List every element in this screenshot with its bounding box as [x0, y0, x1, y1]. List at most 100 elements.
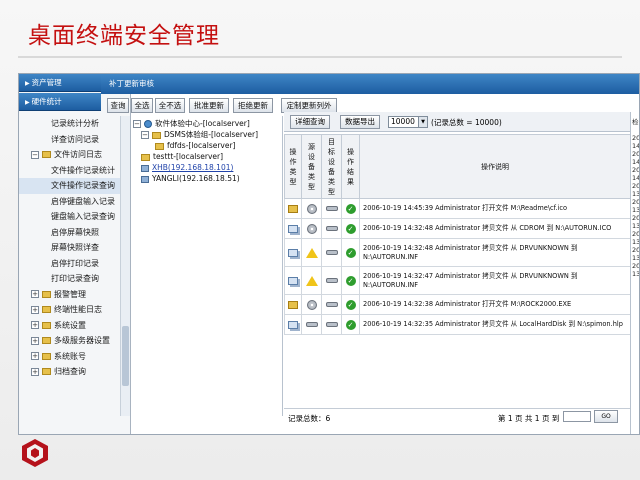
- nav-item-label: 多级服务器设置: [54, 336, 110, 345]
- nav-item[interactable]: 键盘输入记录查询: [19, 209, 121, 225]
- col-header-src-device: 源设备类型: [301, 134, 322, 199]
- tree-node-group[interactable]: testtt-[localserver]: [141, 151, 223, 162]
- desc-cell: 2006-10-19 14:32:48 Administrator 拷贝文件 从…: [359, 218, 631, 239]
- approve-update-button[interactable]: 批准更新: [189, 98, 229, 113]
- table-row[interactable]: ✓ 2006-10-19 14:32:47 Administrator 拷贝文件 …: [284, 266, 631, 295]
- edge-col-header: 检: [632, 118, 639, 126]
- record-table: 操作类型 源设备类型 目标设备类型 操作结果 操作说明 ✓ 2006-10-19 …: [284, 134, 631, 335]
- folder-icon: [42, 337, 51, 344]
- op-type-cell: [284, 198, 302, 219]
- collapse-icon[interactable]: −: [133, 120, 141, 128]
- folder-icon: [42, 151, 51, 158]
- chevron-down-icon[interactable]: ▼: [418, 117, 427, 127]
- page-size-select[interactable]: 10000 ▼: [388, 116, 428, 128]
- edge-text: 13:05: [632, 270, 640, 278]
- tree-node-computer[interactable]: XHB(192.168.18.101): [141, 162, 233, 173]
- select-none-button[interactable]: 全不选: [155, 98, 185, 113]
- nav-section-hardware[interactable]: ▶ 硬件统计: [19, 93, 101, 111]
- op-type-cell: [284, 314, 302, 335]
- nav-item[interactable]: 详查访问记录: [19, 132, 121, 148]
- nav-section-label: 硬件统计: [31, 97, 62, 106]
- edge-text: 13:05: [632, 190, 640, 198]
- cdrom-icon: [306, 223, 317, 234]
- result-cell: ✓: [341, 266, 360, 295]
- export-button[interactable]: 数据导出: [340, 115, 380, 129]
- nav-item-archive[interactable]: + 归档查询: [19, 364, 121, 380]
- custom-exception-button[interactable]: 定制更新列外: [281, 98, 337, 113]
- nav-item-perf-log[interactable]: + 终端性能日志: [19, 302, 121, 318]
- table-row[interactable]: ✓ 2006-10-19 14:32:35 Administrator 拷贝文件 …: [284, 314, 631, 335]
- nav-item-settings[interactable]: + 系统设置: [19, 318, 121, 334]
- header-text: 源设备类型: [308, 142, 315, 191]
- tree-node-root[interactable]: − 软件体验中心-[localserver]: [133, 118, 250, 129]
- success-check-icon: ✓: [345, 223, 356, 234]
- tree-node-label: DSMS体验组-[localserver]: [164, 130, 259, 139]
- page-input[interactable]: [563, 411, 591, 422]
- title-divider: [18, 56, 622, 58]
- tree-node-group[interactable]: − DSMS体验组-[localserver]: [141, 129, 258, 140]
- success-check-icon: ✓: [345, 275, 356, 286]
- edge-text: 13:05: [632, 222, 640, 230]
- collapse-icon[interactable]: −: [141, 131, 149, 139]
- hard-disk-icon: [325, 206, 338, 211]
- go-button[interactable]: GO: [594, 410, 618, 423]
- desc-cell: 2006-10-19 14:32:35 Administrator 拷贝文件 从…: [359, 314, 631, 335]
- select-all-button[interactable]: 全选: [131, 98, 153, 113]
- copy-file-icon: [288, 248, 298, 257]
- collapse-icon[interactable]: −: [31, 150, 39, 159]
- success-check-icon: ✓: [345, 203, 356, 214]
- reject-update-button[interactable]: 拒绝更新: [233, 98, 273, 113]
- expand-icon[interactable]: +: [31, 305, 39, 314]
- nav-item[interactable]: 文件操作记录统计: [19, 163, 121, 179]
- nav-item-selected[interactable]: 文件操作记录查询: [19, 178, 121, 194]
- nav-item-multi-server[interactable]: + 多级服务器设置: [19, 333, 121, 349]
- result-cell: ✓: [341, 294, 360, 315]
- company-logo: [22, 439, 48, 467]
- expand-icon[interactable]: +: [31, 352, 39, 360]
- edge-text: 2007-: [632, 166, 640, 174]
- hard-disk-icon: [325, 278, 338, 283]
- nav-section-label: 资产管理: [31, 78, 62, 87]
- col-header-op-type: 操作类型: [284, 134, 302, 199]
- table-row[interactable]: ✓ 2006-10-19 14:45:39 Administrator 打开文件 …: [284, 198, 631, 219]
- edge-text: 14:36: [632, 142, 640, 150]
- nav-item-label: 系统账号: [54, 351, 86, 361]
- expand-icon[interactable]: +: [31, 336, 39, 345]
- result-cell: ✓: [341, 198, 360, 219]
- tree-node-group[interactable]: fdfds-[localserver]: [155, 140, 236, 151]
- open-file-icon: [288, 204, 298, 213]
- tree-node-computer[interactable]: YANGLI(192.168.18.51): [141, 173, 240, 184]
- open-file-icon: [288, 300, 298, 309]
- src-device-cell: [301, 294, 322, 315]
- nav-item[interactable]: 启停屏幕快照: [19, 225, 121, 241]
- nav-item[interactable]: 打印记录查询: [19, 271, 121, 287]
- page-size-value: 10000: [391, 117, 415, 126]
- nav-item-accounts[interactable]: + 系统账号: [19, 349, 121, 365]
- scrollbar-thumb[interactable]: [122, 326, 129, 386]
- detail-query-button[interactable]: 详细查询: [290, 115, 330, 129]
- hard-disk-icon: [305, 322, 318, 327]
- expand-icon[interactable]: +: [31, 367, 39, 376]
- nav-item-file-log[interactable]: − 文件访问日志: [19, 147, 121, 163]
- nav-item-alarm[interactable]: + 报警管理: [19, 287, 121, 303]
- expand-icon[interactable]: +: [31, 290, 39, 298]
- nav-item[interactable]: 屏幕快照详查: [19, 240, 121, 256]
- table-footer: 记录总数：6 第 1 页 共 1 页 到 GO: [284, 408, 630, 434]
- network-icon: [144, 120, 152, 128]
- query-button[interactable]: 查询: [107, 98, 129, 113]
- record-total: (记录总数 = 10000): [431, 118, 502, 127]
- record-count: 记录总数：6: [288, 414, 331, 423]
- nav-item[interactable]: 启停打印记录: [19, 256, 121, 272]
- table-row[interactable]: ✓ 2006-10-19 14:32:38 Administrator 打开文件 …: [284, 294, 631, 315]
- nav-item-label: 终端性能日志: [54, 305, 102, 314]
- hard-disk-icon: [325, 250, 338, 255]
- folder-icon: [42, 321, 51, 329]
- nav-item[interactable]: 记录统计分析: [19, 116, 121, 132]
- expand-icon[interactable]: +: [31, 321, 39, 329]
- edge-list: 2007-14:362007-14:362007-14:362007-13:05…: [631, 134, 640, 278]
- nav-scrollbar[interactable]: [120, 116, 130, 416]
- table-row[interactable]: ✓ 2006-10-19 14:32:48 Administrator 拷贝文件 …: [284, 238, 631, 267]
- tree-node-label: YANGLI(192.168.18.51): [152, 174, 240, 183]
- table-row[interactable]: ✓ 2006-10-19 14:32:48 Administrator 拷贝文件 …: [284, 218, 631, 239]
- nav-item[interactable]: 启停键盘输入记录: [19, 194, 121, 210]
